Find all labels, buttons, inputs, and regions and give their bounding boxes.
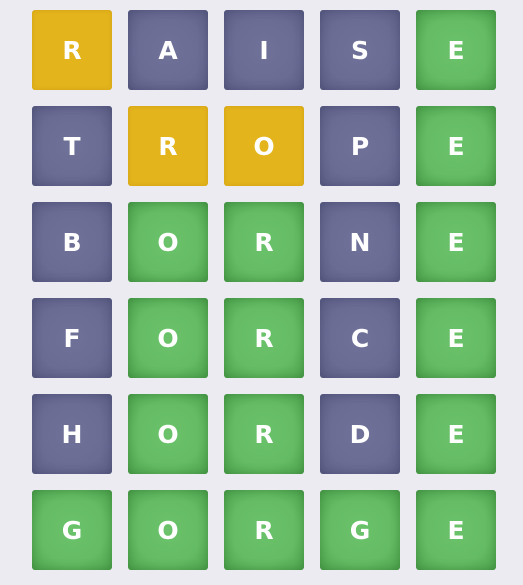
tile-r2-c4: P [320,106,400,186]
tile-r4-c3: R [224,298,304,378]
tile-r5-c2: O [128,394,208,474]
tile-r2-c2: R [128,106,208,186]
tile-r3-c1: B [32,202,112,282]
tile-r4-c2: O [128,298,208,378]
tile-r3-c4: N [320,202,400,282]
tile-r1-c3: I [224,10,304,90]
game-board: R A I S E T R O P E B O R N E F O R C E … [32,10,496,570]
tile-r3-c3: R [224,202,304,282]
tile-r5-c4: D [320,394,400,474]
tile-r6-c4: G [320,490,400,570]
tile-r5-c5: E [416,394,496,474]
tile-r1-c5: E [416,10,496,90]
tile-r6-c5: E [416,490,496,570]
tile-r1-c2: A [128,10,208,90]
tile-r3-c5: E [416,202,496,282]
tile-r3-c2: O [128,202,208,282]
tile-r1-c1: R [32,10,112,90]
tile-r4-c1: F [32,298,112,378]
tile-r5-c1: H [32,394,112,474]
tile-r1-c4: S [320,10,400,90]
tile-r4-c4: C [320,298,400,378]
tile-r2-c1: T [32,106,112,186]
tile-r5-c3: R [224,394,304,474]
tile-r4-c5: E [416,298,496,378]
tile-r2-c5: E [416,106,496,186]
tile-r6-c3: R [224,490,304,570]
tile-r6-c1: G [32,490,112,570]
tile-r2-c3: O [224,106,304,186]
tile-r6-c2: O [128,490,208,570]
